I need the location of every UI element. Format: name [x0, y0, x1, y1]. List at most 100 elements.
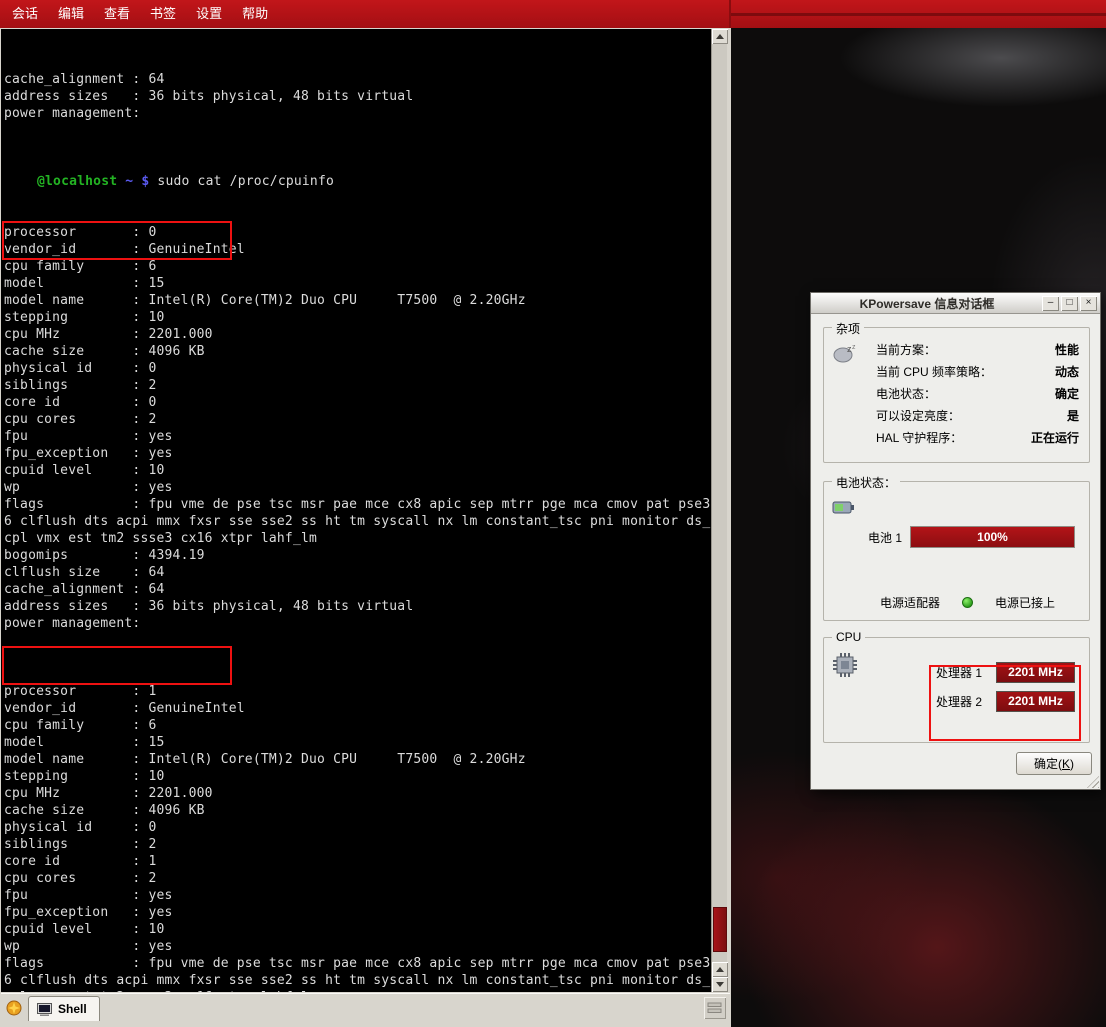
- battery-row: 电池 1 100%: [868, 526, 1075, 548]
- group-battery-legend: 电池状态：: [832, 474, 900, 491]
- cpu2-label: 处理器 2: [936, 693, 996, 710]
- terminal-line: model : 15: [4, 734, 710, 751]
- scrollbar-up-button-bottom[interactable]: [712, 962, 728, 977]
- terminal-line: cpu cores : 2: [4, 411, 710, 428]
- close-button[interactable]: ×: [1080, 296, 1097, 311]
- terminal-line: cache_alignment : 64: [4, 581, 710, 598]
- ok-label-end: ): [1070, 757, 1074, 771]
- terminal-line: fpu_exception : yes: [4, 904, 710, 921]
- menubar: 会话 编辑 查看 书签 设置 帮助: [0, 0, 1106, 28]
- info-row-cpu-policy: 当前 CPU 频率策略： 动态: [876, 360, 1079, 382]
- session-list-button[interactable]: [704, 997, 726, 1019]
- terminal-line: flags : fpu vme de pse tsc msr pae mce c…: [4, 955, 710, 972]
- kpowersave-dialog: KPowersave 信息对话框 – □ × 杂项 z z 当前方案： 性能 当…: [810, 292, 1101, 790]
- terminal-line: vendor_id : GenuineIntel: [4, 700, 710, 717]
- terminal-line: 6 clflush dts acpi mmx fxsr sse sse2 ss …: [4, 513, 710, 530]
- terminal-line: [4, 632, 710, 649]
- info-value: 性能: [1055, 341, 1079, 358]
- terminal-line: cache size : 4096 KB: [4, 343, 710, 360]
- menu-settings[interactable]: 设置: [186, 0, 232, 28]
- terminal-line: cpuid level : 10: [4, 921, 710, 938]
- terminal-line: [4, 122, 710, 139]
- menu-bookmarks[interactable]: 书签: [140, 0, 186, 28]
- terminal-screen[interactable]: cache_alignment : 64address sizes : 36 b…: [1, 29, 711, 992]
- ok-label: 确定(: [1034, 757, 1062, 771]
- terminal-line: cpu MHz : 2201.000: [4, 326, 710, 343]
- ac-adapter-status: 电源已接上: [995, 594, 1055, 611]
- terminal-line: stepping : 10: [4, 309, 710, 326]
- window-list-icon: [707, 1001, 723, 1015]
- minimize-button[interactable]: –: [1042, 296, 1059, 311]
- terminal-line: clflush size : 64: [4, 564, 710, 581]
- terminal-line: flags : fpu vme de pse tsc msr pae mce c…: [4, 496, 710, 513]
- cpu2-frequency-bar: 2201 MHz: [996, 691, 1075, 712]
- terminal-line: cache_alignment : 64: [4, 71, 710, 88]
- menu-session[interactable]: 会话: [2, 0, 48, 28]
- scrollbar-up-button[interactable]: [712, 29, 728, 44]
- group-misc-legend: 杂项: [832, 320, 864, 337]
- cpu2-frequency: 2201 MHz: [1008, 694, 1063, 708]
- terminal-line: processor : 0: [4, 224, 710, 241]
- cpu-rows: 处理器 1 2201 MHz 处理器 2 2201 MHz: [936, 660, 1075, 718]
- info-row-hal-daemon: HAL 守护程序： 正在运行: [876, 426, 1079, 448]
- battery-progress-bar: 100%: [910, 526, 1075, 548]
- terminal-line: wp : yes: [4, 938, 710, 955]
- info-label: 可以设定亮度：: [876, 407, 960, 424]
- info-label: 电池状态：: [876, 385, 936, 402]
- session-tab-shell[interactable]: Shell: [28, 996, 100, 1021]
- terminal-line: cpu cores : 2: [4, 870, 710, 887]
- terminal-line: siblings : 2: [4, 836, 710, 853]
- terminal-line: processor : 1: [4, 683, 710, 700]
- terminal-scrollbar[interactable]: [711, 29, 727, 992]
- terminal-line: stepping : 10: [4, 768, 710, 785]
- terminal-line: model : 15: [4, 275, 710, 292]
- terminal-line: siblings : 2: [4, 377, 710, 394]
- terminal-line: power management:: [4, 615, 710, 632]
- suspend-icon: z z: [832, 342, 858, 367]
- info-value: 正在运行: [1031, 429, 1079, 446]
- svg-text:z: z: [852, 344, 856, 351]
- terminal-line: core id : 0: [4, 394, 710, 411]
- terminal-line: model name : Intel(R) Core(TM)2 Duo CPU …: [4, 292, 710, 309]
- menu-edit[interactable]: 编辑: [48, 0, 94, 28]
- ok-button[interactable]: 确定(K): [1016, 752, 1092, 775]
- arrow-up-icon: [716, 967, 724, 972]
- scrollbar-down-button[interactable]: [712, 977, 728, 992]
- terminal-prompt-line: @localhost ~ $ sudo cat /proc/cpuinfo: [4, 173, 710, 190]
- terminal-line: model name : Intel(R) Core(TM)2 Duo CPU …: [4, 751, 710, 768]
- group-cpu: CPU 处理器 1 2201 MHz 处理器 2 2201 MHz: [823, 637, 1090, 743]
- scrollbar-thumb[interactable]: [713, 907, 727, 952]
- terminal-window: cache_alignment : 64address sizes : 36 b…: [0, 28, 731, 1027]
- terminal-line: address sizes : 36 bits physical, 48 bit…: [4, 88, 710, 105]
- info-row-scheme: 当前方案： 性能: [876, 338, 1079, 360]
- info-value: 是: [1067, 407, 1079, 424]
- misc-info-rows: 当前方案： 性能 当前 CPU 频率策略： 动态 电池状态： 确定 可以设定亮度…: [876, 338, 1079, 448]
- terminal-line: address sizes : 36 bits physical, 48 bit…: [4, 598, 710, 615]
- terminal-line: cpl vmx est tm2 ssse3 cx16 xtpr lahf_lm: [4, 530, 710, 547]
- terminal-line: power management:: [4, 105, 710, 122]
- arrow-down-icon: [716, 982, 724, 987]
- new-session-button[interactable]: [3, 997, 25, 1019]
- terminal-line: bogomips : 4394.19: [4, 547, 710, 564]
- battery-icon: [832, 496, 858, 521]
- menu-items: 会话 编辑 查看 书签 设置 帮助: [2, 0, 278, 28]
- maximize-button[interactable]: □: [1061, 296, 1078, 311]
- terminal-line: physical id : 0: [4, 819, 710, 836]
- menu-help[interactable]: 帮助: [232, 0, 278, 28]
- prompt-host: @localhost: [37, 174, 117, 189]
- cpu1-label: 处理器 1: [936, 664, 996, 681]
- info-value: 动态: [1055, 363, 1079, 380]
- cpu-chip-icon: [832, 652, 858, 681]
- terminal-icon: [37, 1003, 52, 1016]
- info-value: 确定: [1055, 385, 1079, 402]
- info-row-battery-state: 电池状态： 确定: [876, 382, 1079, 404]
- resize-grip[interactable]: [1087, 776, 1099, 788]
- terminal-output: cache_alignment : 64address sizes : 36 b…: [4, 37, 710, 992]
- menu-view[interactable]: 查看: [94, 0, 140, 28]
- info-label: 当前 CPU 频率策略：: [876, 363, 992, 380]
- info-label: HAL 守护程序：: [876, 429, 962, 446]
- terminal-line: cpuid level : 10: [4, 462, 710, 479]
- dialog-titlebar[interactable]: KPowersave 信息对话框 – □ ×: [811, 293, 1100, 314]
- battery-percentage: 100%: [977, 530, 1008, 544]
- info-row-brightness: 可以设定亮度： 是: [876, 404, 1079, 426]
